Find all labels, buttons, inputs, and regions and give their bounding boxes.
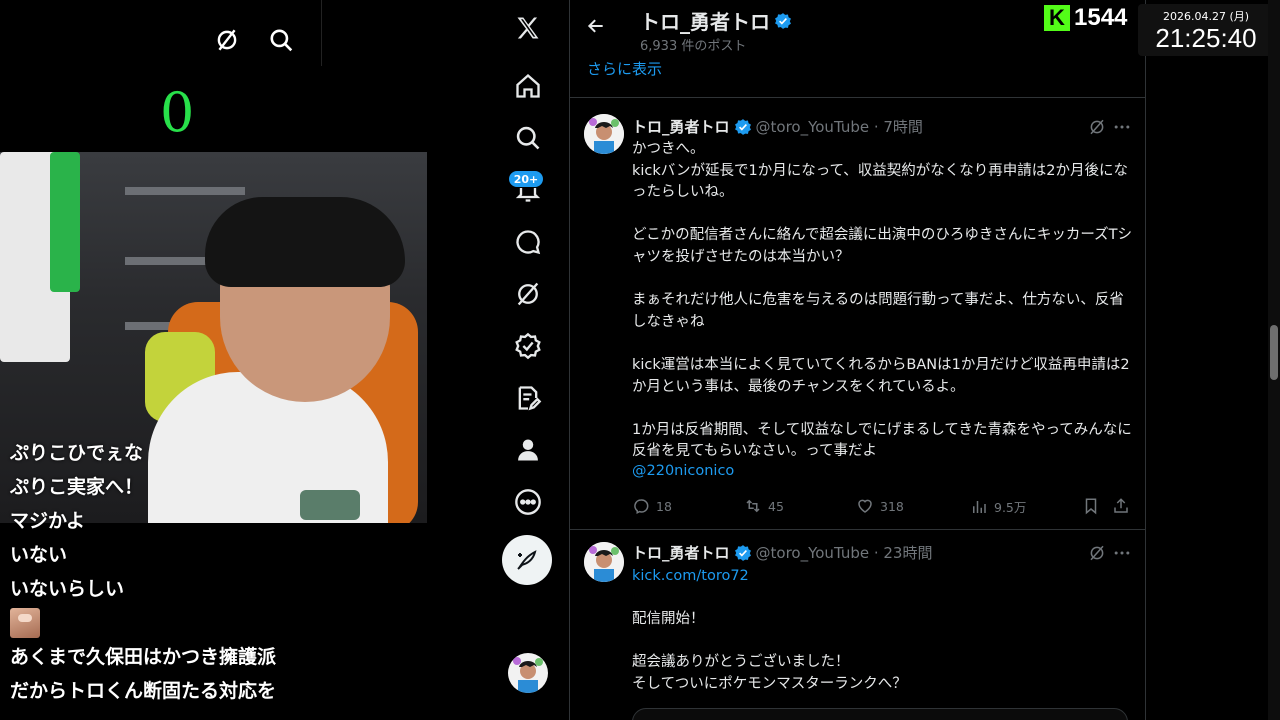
chat-line: ぷりこひでぇな	[10, 442, 144, 464]
shelf	[125, 187, 245, 195]
verified-badge-icon	[734, 118, 751, 135]
like-count: 318	[880, 498, 904, 514]
more-options-icon[interactable]	[514, 488, 542, 516]
back-arrow-icon[interactable]	[586, 16, 606, 36]
show-more-link[interactable]: さらに表示	[587, 58, 662, 79]
tweet-mention-link[interactable]: @220niconico	[632, 461, 1132, 483]
tweet-author-avatar[interactable]	[584, 114, 624, 154]
heart-icon	[858, 499, 872, 513]
tweet-text: かつきへ。 kickバンが延長で1か月になって、収益契約がなくなり再申請は2か月…	[632, 141, 1132, 460]
hanging-shirt-green	[50, 152, 80, 292]
reply-button[interactable]: 18	[632, 497, 672, 515]
profile-name-text: トロ_勇者トロ	[640, 10, 770, 34]
x-logo-icon[interactable]	[514, 14, 542, 42]
repost-icon	[746, 499, 760, 513]
chat-line: あくまで久保田はかつき擁護派	[10, 646, 277, 668]
clock-date: 2026.04.27 (月)	[1162, 10, 1250, 23]
notifications-count-badge: 20+	[508, 170, 544, 188]
tweet-actions: 18 45 318 9.5万	[632, 497, 1132, 517]
scrollbar-thumb[interactable]	[1270, 325, 1278, 380]
tweet-author-name[interactable]: トロ_勇者トロ	[632, 116, 730, 137]
bookmark-button[interactable]	[1082, 497, 1100, 515]
profile-name: トロ_勇者トロ	[640, 6, 792, 35]
verified-badge-icon	[775, 12, 791, 29]
tweet-link[interactable]: kick.com/toro72	[632, 566, 1132, 588]
tweet[interactable]: トロ_勇者トロ @toro_YouTube · 7時間 かつきへ。 kickバン…	[570, 98, 1145, 530]
chat-line: マジかよ	[10, 510, 86, 532]
tweet-handle-time[interactable]: @toro_YouTube · 23時間	[756, 542, 933, 563]
streamer-hair	[205, 197, 405, 287]
grok-icon[interactable]	[1088, 544, 1106, 562]
chat-line: いない	[10, 544, 68, 566]
view-count: 9.5万	[994, 500, 1027, 515]
kick-viewer-badge: K 1544	[1044, 3, 1127, 33]
stream-top-bar	[0, 0, 322, 66]
tweet-header: トロ_勇者トロ @toro_YouTube · 23時間	[632, 542, 932, 563]
media-card[interactable]	[632, 708, 1128, 720]
share-button[interactable]	[1112, 497, 1130, 515]
home-icon[interactable]	[514, 72, 542, 100]
chat-line-cutoff	[10, 414, 430, 436]
more-options-icon[interactable]	[1112, 543, 1132, 563]
grok-icon[interactable]	[214, 27, 240, 53]
repost-count: 45	[768, 498, 784, 514]
tweet-handle-time[interactable]: @toro_YouTube · 7時間	[756, 116, 923, 137]
articles-edit-icon[interactable]	[514, 384, 542, 412]
tweet-author-name[interactable]: トロ_勇者トロ	[632, 542, 730, 563]
search-icon[interactable]	[268, 27, 294, 53]
explore-search-icon[interactable]	[514, 124, 542, 152]
profile-person-icon[interactable]	[514, 436, 542, 464]
tweet-header: トロ_勇者トロ @toro_YouTube · 7時間	[632, 116, 923, 137]
reply-count: 18	[656, 498, 672, 514]
clock-overlay: 2026.04.27 (月) 21:25:40	[1138, 4, 1274, 56]
premium-verified-icon[interactable]	[514, 332, 542, 360]
more-options-icon[interactable]	[1112, 117, 1132, 137]
stream-overlay: 0 ぷりこひでぇな ぷりこ実家へ！ マジかよ いない いないらしい あくまで久保…	[0, 0, 430, 720]
post-count: 6,933 件のポスト	[640, 39, 747, 54]
reply-icon	[634, 499, 649, 514]
tweet-text: 配信開始！ 超会議ありがとうございました！ そしてついにポケモンマスターランクへ…	[632, 611, 907, 692]
tweet[interactable]: トロ_勇者トロ @toro_YouTube · 23時間 kick.com/to…	[570, 530, 1145, 720]
green-counter: 0	[160, 81, 195, 144]
profile-timeline: トロ_勇者トロ 6,933 件のポスト さらに表示 トロ_勇者トロ @toro_…	[570, 0, 1146, 720]
kick-logo-icon: K	[1044, 5, 1070, 31]
chat-overlay: ぷりこひでぇな ぷりこ実家へ！ マジかよ いない いないらしい あくまで久保田は…	[10, 414, 430, 708]
chat-line: だからトロくん断固たる対応を	[10, 680, 277, 702]
clock-time: 21:25:40	[1155, 23, 1257, 53]
account-avatar[interactable]	[508, 653, 548, 693]
grok-icon[interactable]	[1088, 118, 1106, 136]
grok-icon[interactable]	[514, 280, 542, 308]
tweet-author-avatar[interactable]	[584, 542, 624, 582]
messages-bubble-icon[interactable]	[514, 228, 542, 256]
repost-button[interactable]: 45	[744, 497, 784, 515]
views-button[interactable]: 9.5万	[970, 497, 1026, 516]
chat-avatar-row	[10, 606, 430, 640]
like-button[interactable]: 318	[856, 497, 904, 515]
chat-user-avatar	[10, 608, 40, 638]
chat-line: ぷりこ実家へ！	[10, 476, 144, 498]
views-chart-icon	[973, 500, 986, 513]
compose-post-button[interactable]	[502, 535, 552, 585]
share-icon	[1114, 498, 1128, 513]
x-sidebar-nav	[430, 0, 570, 720]
chat-line: いないらしい	[10, 578, 125, 600]
bookmark-icon	[1085, 498, 1097, 515]
kick-viewer-count: 1544	[1074, 4, 1128, 31]
verified-badge-icon	[734, 544, 751, 561]
